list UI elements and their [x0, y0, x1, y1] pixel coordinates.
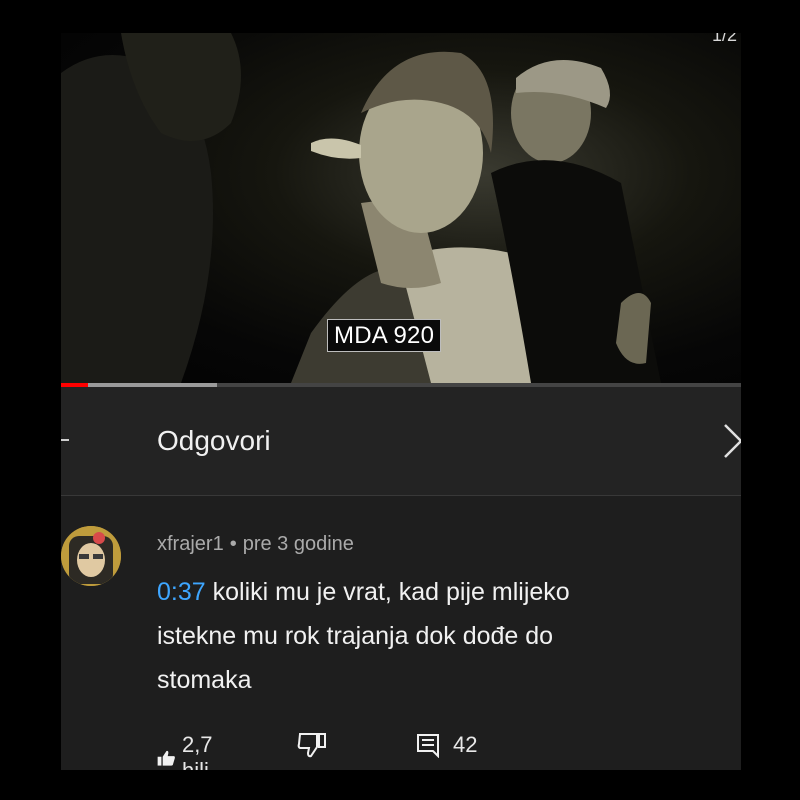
- comment-age: pre 3 godine: [242, 533, 354, 555]
- timestamp-link[interactable]: 0:37: [157, 578, 206, 606]
- comment-icon: [417, 734, 439, 758]
- comment-author[interactable]: xfrajer1: [157, 533, 224, 555]
- thumb-up-icon: [157, 750, 175, 766]
- reply-button[interactable]: 42: [415, 732, 477, 758]
- comment-text-line3: stomaka: [157, 666, 252, 694]
- like-button[interactable]: 2,7 hilj.: [157, 732, 226, 770]
- comment-meta: xfrajer1 • pre 3 godine: [157, 533, 354, 556]
- avatar[interactable]: [61, 526, 121, 586]
- comment: xfrajer1 • pre 3 godine 0:37 koliki mu je …: [61, 496, 741, 770]
- avatar-image: [61, 526, 121, 586]
- comment-text-line2: istekne mu rok trajanja dok dođe do: [157, 622, 554, 650]
- dislike-button[interactable]: [297, 732, 327, 758]
- media-page-counter: 1/2: [711, 33, 737, 45]
- back-dash-icon[interactable]: [61, 439, 69, 441]
- thumb-down-icon: [297, 733, 326, 758]
- chevron-right-icon[interactable]: [721, 421, 741, 461]
- screenshot-frame: 1/2 MDA 920 Odgovori xfrajer1 • pre 3 godi…: [61, 33, 741, 770]
- replies-header: Odgovori: [61, 387, 741, 496]
- replies-title: Odgovori: [157, 425, 271, 456]
- reply-count: 42: [453, 732, 478, 757]
- video-player[interactable]: 1/2 MDA 920: [61, 33, 741, 383]
- video-caption: MDA 920: [327, 319, 442, 352]
- meta-separator: •: [229, 533, 237, 555]
- comment-text: 0:37 koliki mu je vrat, kad pije mlijeko…: [157, 570, 717, 702]
- like-count: 2,7 hilj.: [181, 732, 215, 770]
- comment-text-line1: koliki mu je vrat, kad pije mlijeko: [205, 578, 570, 606]
